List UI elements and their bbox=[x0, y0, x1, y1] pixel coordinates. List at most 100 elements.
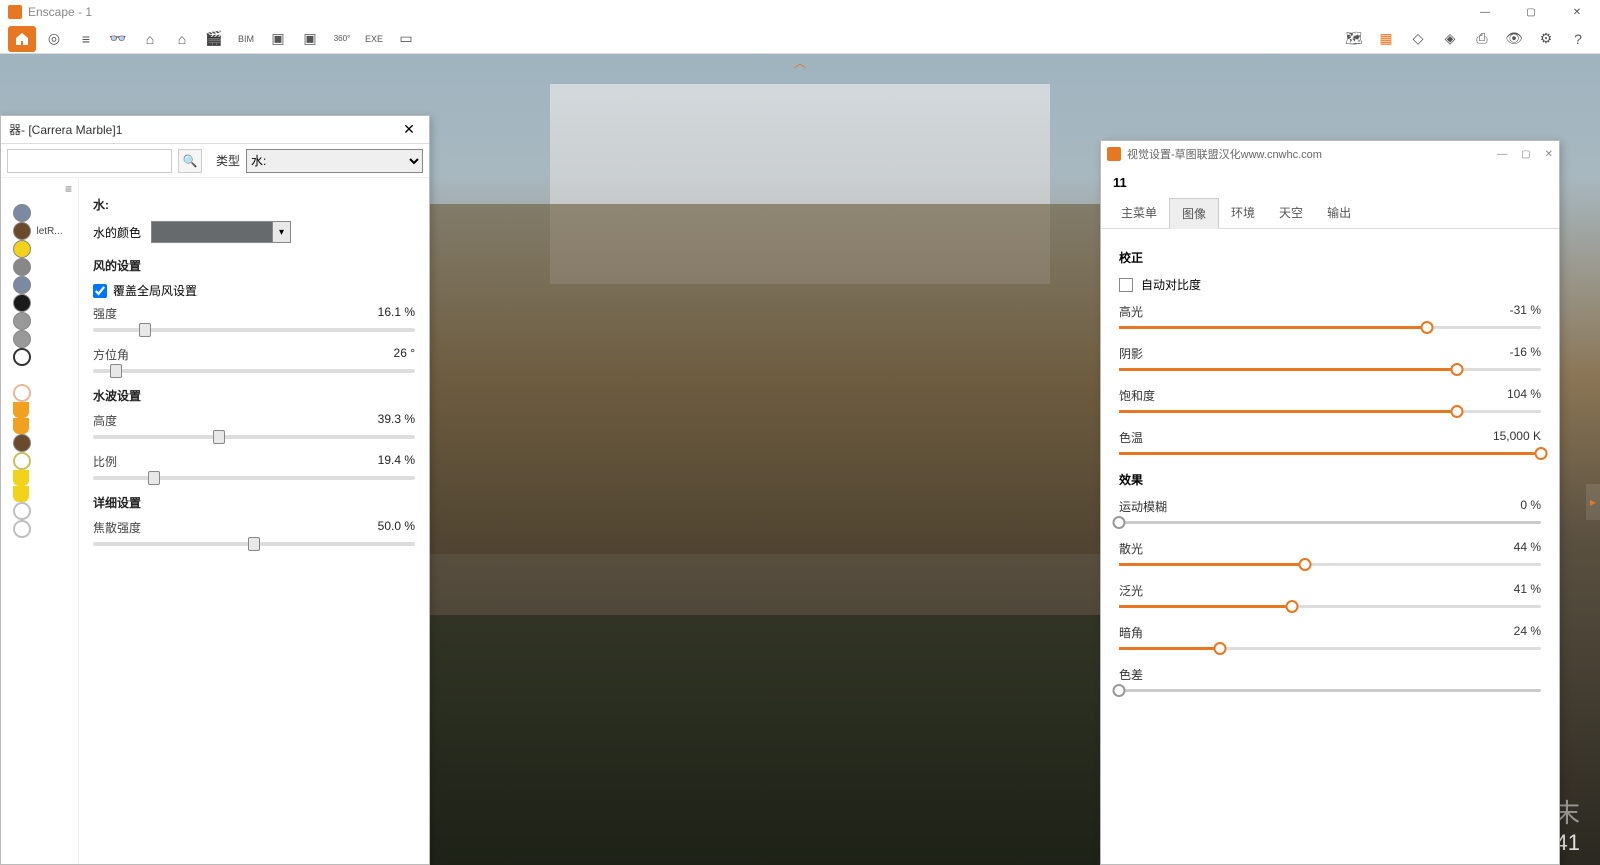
search-icon[interactable]: 🔍 bbox=[178, 149, 202, 173]
prop-slider[interactable] bbox=[1119, 410, 1541, 413]
wind-section-head: 风的设置 bbox=[93, 257, 415, 274]
close-button[interactable]: ✕ bbox=[1554, 0, 1600, 24]
visual-panel-titlebar[interactable]: 视觉设置-草图联盟汉化www.cnwhc.com — ▢ ✕ bbox=[1101, 141, 1559, 167]
list-icon[interactable]: ≡ bbox=[72, 26, 100, 52]
caustic-slider[interactable] bbox=[93, 542, 415, 546]
water-section-head: 水: bbox=[93, 196, 415, 213]
cube-icon[interactable]: ◇ bbox=[1404, 26, 1432, 52]
gear-icon[interactable]: ⚙ bbox=[1532, 26, 1560, 52]
prop-slider[interactable] bbox=[1119, 605, 1541, 608]
eye-icon[interactable]: 👁 bbox=[1500, 26, 1528, 52]
bookmark-icon[interactable]: ◈ bbox=[1436, 26, 1464, 52]
material-swatch-list[interactable]: ≡ letR... bbox=[1, 178, 79, 864]
material-swatch[interactable] bbox=[13, 330, 67, 348]
intensity-value: 16.1 % bbox=[378, 305, 415, 322]
prop-value: 0 % bbox=[1520, 498, 1541, 515]
prop-label: 阴影 bbox=[1119, 345, 1143, 362]
visual-tab[interactable]: 环境 bbox=[1219, 198, 1267, 228]
material-search-input[interactable] bbox=[7, 149, 172, 173]
height-slider[interactable] bbox=[93, 435, 415, 439]
wave-section-head: 水波设置 bbox=[93, 387, 415, 404]
visual-panel-title: 视觉设置-草图联盟汉化www.cnwhc.com bbox=[1127, 146, 1497, 162]
visual-tab[interactable]: 图像 bbox=[1169, 198, 1219, 229]
print-icon[interactable]: ⎙ bbox=[1468, 26, 1496, 52]
prop-slider[interactable] bbox=[1119, 647, 1541, 650]
building-b-icon[interactable]: ⌂ bbox=[168, 26, 196, 52]
material-swatch[interactable] bbox=[13, 384, 67, 402]
toolbar-collapse-chevron-icon[interactable]: ︿ bbox=[794, 54, 806, 71]
panorama-button[interactable]: 360° bbox=[328, 26, 356, 52]
material-panel-titlebar[interactable]: 器- [Carrera Marble]1 ✕ bbox=[1, 116, 429, 144]
material-swatch[interactable] bbox=[13, 452, 67, 470]
material-swatch[interactable] bbox=[13, 276, 67, 294]
water-color-label: 水的颜色 bbox=[93, 224, 141, 241]
right-panel-handle[interactable]: ▸ bbox=[1586, 484, 1600, 520]
bim-button[interactable]: BIM bbox=[232, 26, 260, 52]
building-a-icon[interactable]: ⌂ bbox=[136, 26, 164, 52]
material-swatch[interactable] bbox=[13, 402, 67, 418]
material-swatch[interactable] bbox=[13, 240, 67, 258]
prop-slider[interactable] bbox=[1119, 689, 1541, 692]
map-icon[interactable]: 🗺 bbox=[1340, 26, 1368, 52]
exe-button[interactable]: EXE bbox=[360, 26, 388, 52]
material-swatch[interactable] bbox=[13, 312, 67, 330]
vis-max-icon[interactable]: ▢ bbox=[1521, 149, 1530, 160]
export-image-icon[interactable]: ▣ bbox=[264, 26, 292, 52]
binoculars-icon[interactable]: 👓 bbox=[104, 26, 132, 52]
material-swatch[interactable] bbox=[13, 434, 67, 452]
prop-slider[interactable] bbox=[1119, 563, 1541, 566]
visual-tab[interactable]: 输出 bbox=[1315, 198, 1363, 228]
material-swatch[interactable] bbox=[13, 258, 67, 276]
material-swatch[interactable] bbox=[13, 486, 67, 502]
view-settings-icon[interactable]: ▦ bbox=[1372, 26, 1400, 52]
visual-tab[interactable]: 主菜单 bbox=[1109, 198, 1169, 228]
material-swatch[interactable] bbox=[13, 520, 67, 538]
caustic-value: 50.0 % bbox=[378, 519, 415, 536]
prop-slider[interactable] bbox=[1119, 452, 1541, 455]
material-panel-close-icon[interactable]: ✕ bbox=[397, 121, 421, 138]
prop-label: 色差 bbox=[1119, 666, 1143, 683]
vr-icon[interactable]: ▭ bbox=[392, 26, 420, 52]
prop-slider[interactable] bbox=[1119, 368, 1541, 371]
intensity-slider[interactable] bbox=[93, 328, 415, 332]
swatch-menu-icon[interactable]: ≡ bbox=[65, 182, 72, 196]
prop-label: 饱和度 bbox=[1119, 387, 1155, 404]
water-color-picker[interactable]: ▾ bbox=[151, 221, 291, 243]
visual-panel-subtitle: 11 bbox=[1101, 167, 1559, 198]
height-value: 39.3 % bbox=[378, 412, 415, 429]
material-type-select[interactable]: 水: bbox=[246, 149, 423, 173]
minimize-button[interactable]: — bbox=[1462, 0, 1508, 24]
vis-close-icon[interactable]: ✕ bbox=[1545, 149, 1553, 160]
export-batch-icon[interactable]: ▣ bbox=[296, 26, 324, 52]
chevron-down-icon[interactable]: ▾ bbox=[272, 222, 290, 242]
auto-contrast-checkbox[interactable] bbox=[1119, 278, 1133, 292]
material-swatch[interactable] bbox=[13, 418, 67, 434]
scale-slider[interactable] bbox=[93, 476, 415, 480]
prop-label: 运动模糊 bbox=[1119, 498, 1167, 515]
material-swatch[interactable] bbox=[13, 470, 67, 486]
maximize-button[interactable]: ▢ bbox=[1508, 0, 1554, 24]
material-search-row: 🔍 类型 水: bbox=[1, 144, 429, 178]
material-swatch[interactable]: letR... bbox=[13, 222, 67, 240]
location-pin-icon[interactable]: ◎ bbox=[40, 26, 68, 52]
prop-label: 泛光 bbox=[1119, 582, 1143, 599]
material-type-label: 类型 bbox=[216, 152, 240, 169]
override-wind-checkbox[interactable] bbox=[93, 284, 107, 298]
prop-slider[interactable] bbox=[1119, 521, 1541, 524]
help-icon[interactable]: ? bbox=[1564, 26, 1592, 52]
app-logo-icon bbox=[8, 5, 22, 19]
vis-min-icon[interactable]: — bbox=[1497, 149, 1507, 160]
material-swatch[interactable] bbox=[13, 294, 67, 312]
visual-settings-panel: 视觉设置-草图联盟汉化www.cnwhc.com — ▢ ✕ 11 主菜单图像环… bbox=[1100, 140, 1560, 865]
material-swatch[interactable] bbox=[13, 502, 67, 520]
material-swatch[interactable] bbox=[13, 366, 67, 384]
prop-value: -31 % bbox=[1510, 303, 1541, 320]
material-swatch[interactable] bbox=[13, 204, 67, 222]
home-button[interactable] bbox=[8, 26, 36, 52]
prop-value: 41 % bbox=[1514, 582, 1541, 599]
visual-tab[interactable]: 天空 bbox=[1267, 198, 1315, 228]
material-swatch[interactable] bbox=[13, 348, 67, 366]
azimuth-slider[interactable] bbox=[93, 369, 415, 373]
clapper-icon[interactable]: 🎬 bbox=[200, 26, 228, 52]
prop-slider[interactable] bbox=[1119, 326, 1541, 329]
